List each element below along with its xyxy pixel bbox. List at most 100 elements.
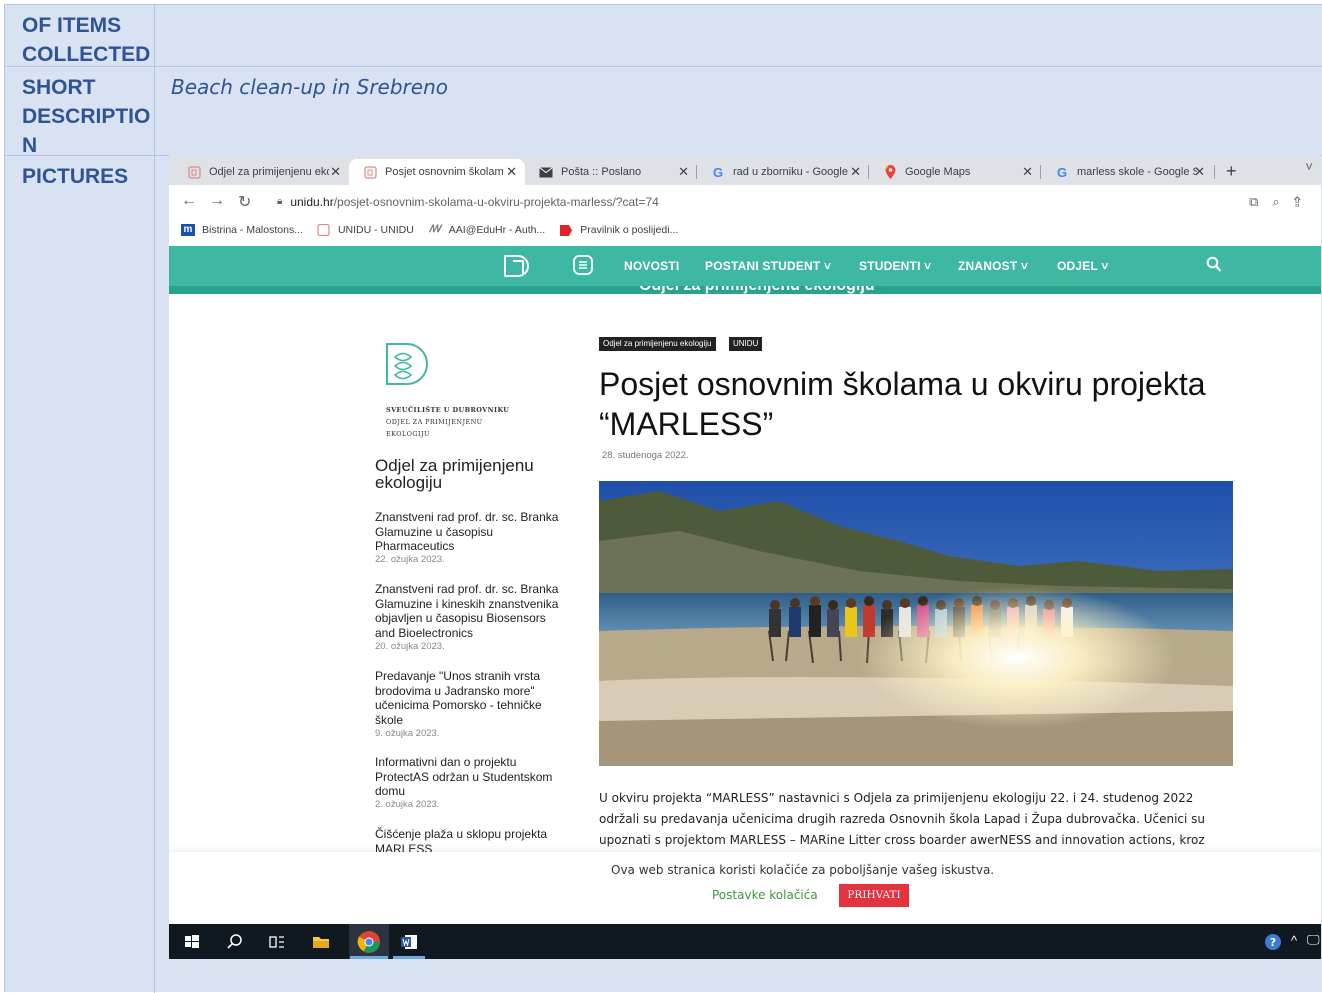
mail-icon xyxy=(539,165,553,179)
unidu-icon xyxy=(317,223,331,237)
category-tag[interactable]: Odjel za primijenjenu ekologiju xyxy=(599,337,716,351)
active-indicator xyxy=(350,956,388,959)
sidebar-post-link[interactable]: Predavanje "Unos stranih vrsta brodovima… xyxy=(375,669,565,727)
sidebar-post-link[interactable]: Informativni dan o projektu ProtectAS od… xyxy=(375,755,565,799)
post-title: Posjet osnovnim školama u okviru projekt… xyxy=(599,366,1206,442)
back-arrow-icon[interactable]: ← xyxy=(181,192,197,210)
cookie-message: Ova web stranica koristi kolačiće za pob… xyxy=(611,863,995,877)
pdf-icon xyxy=(559,224,573,236)
google-icon: G xyxy=(1056,164,1068,180)
file-explorer-icon[interactable] xyxy=(311,932,331,952)
cookie-accept-button[interactable]: PRIHVATI xyxy=(839,884,909,907)
menu-znanost[interactable]: ZNANOST ˅ xyxy=(958,259,1028,273)
sidebar-post-date: 9. ožujka 2023. xyxy=(375,728,440,739)
google-icon: G xyxy=(712,164,724,180)
institution-name: SVEUČILIŠTE U DUBROVNIKU xyxy=(386,406,510,414)
site-navigation: NOVOSTI POSTANI STUDENT ˅ STUDENTI ˅ ZNA… xyxy=(169,246,1321,294)
department-logo-icon[interactable] xyxy=(573,255,593,275)
search-icon[interactable] xyxy=(225,932,245,952)
bookmark-aai[interactable]: ꟿ AAI@EduHr - Auth... xyxy=(428,224,545,236)
table-row-items-collected: OF ITEMS COLLECTED xyxy=(5,5,1322,67)
beach-group-photo xyxy=(599,481,1233,766)
search-icon[interactable] xyxy=(1206,256,1222,274)
sidebar-post-link[interactable]: Znanstveni rad prof. dr. sc. Branka Glam… xyxy=(375,510,565,554)
svg-text:?: ? xyxy=(1270,936,1276,949)
forward-arrow-icon[interactable]: → xyxy=(209,192,225,210)
tab-marless-skole[interactable]: G marless skole - Google S ✕ xyxy=(1041,159,1213,185)
tab-separator xyxy=(1214,165,1215,179)
bookmark-pravilnik[interactable]: Pravilnik o poslijedi... xyxy=(559,224,678,236)
tab-posta[interactable]: Pošta :: Poslano ✕ xyxy=(525,159,697,185)
post-body-line: održali su predavanja učenicima drugih r… xyxy=(599,812,1206,826)
active-indicator xyxy=(393,956,425,959)
bistrina-icon: m xyxy=(181,224,195,236)
tab-rad-u-zborniku[interactable]: G rad u zborniku - Google ✕ xyxy=(697,159,869,185)
post-date: 28. studenoga 2022. xyxy=(602,450,689,461)
close-icon[interactable]: ✕ xyxy=(1022,164,1033,180)
menu-odjel[interactable]: ODJEL ˅ xyxy=(1057,259,1109,273)
unidu-logo-icon[interactable] xyxy=(502,253,532,279)
browser-toolbar: ← → ↻ 🔒︎ unidu.hr/posjet-osnovnim-skolam… xyxy=(169,185,1321,217)
sidebar-heading: Odjel za primijenjenu ekologiju xyxy=(375,456,534,492)
chrome-icon[interactable] xyxy=(357,930,381,954)
tab-title: Google Maps xyxy=(905,166,971,178)
network-icon[interactable]: 🖵︎ xyxy=(1307,932,1320,948)
cookie-settings-link[interactable]: Postavke kolačića xyxy=(712,888,818,902)
tab-search-chevron-icon[interactable]: ˅ xyxy=(1305,159,1313,174)
bookmark-label: Pravilnik o poslijedi... xyxy=(580,224,679,236)
windows-taskbar: ? ^ 🖵︎ xyxy=(169,924,1321,959)
maps-icon xyxy=(883,165,897,179)
subbar-title: Odjel za primijenjenu ekologiju xyxy=(639,286,875,294)
tab-google-maps[interactable]: Google Maps ✕ xyxy=(869,159,1041,185)
tab-title: marless skole - Google S xyxy=(1077,166,1197,178)
institution-department: ODJEL ZA PRIMIJENJENU xyxy=(386,418,483,426)
close-icon[interactable]: ✕ xyxy=(506,164,517,180)
windows-start-icon[interactable] xyxy=(182,932,202,952)
post-body-line: upoznati s projektom MARLESS – MARine Li… xyxy=(599,833,1205,847)
chevron-up-icon[interactable]: ^ xyxy=(1291,933,1297,948)
bookmark-unidu[interactable]: UNIDU - UNIDU xyxy=(317,223,414,237)
tab-title: rad u zborniku - Google xyxy=(733,166,848,178)
sidebar-post-date: 22. ožujka 2023. xyxy=(375,554,445,565)
page-content: SVEUČILIŠTE U DUBROVNIKU ODJEL ZA PRIMIJ… xyxy=(169,294,1321,856)
row-label: OF ITEMS COLLECTED xyxy=(5,5,155,66)
sidebar-post-date: 2. ožujka 2023. xyxy=(375,799,440,810)
page-title-bar: Odjel za primijenjenu ekologiju xyxy=(169,286,1321,294)
browser-screenshot: Odjel za primijenjenu eko ✕ Posjet osnov… xyxy=(169,155,1321,959)
tab-odjel[interactable]: Odjel za primijenjenu eko ✕ xyxy=(173,159,349,185)
close-icon[interactable]: ✕ xyxy=(1194,164,1205,180)
close-icon[interactable]: ✕ xyxy=(330,164,341,180)
help-icon[interactable]: ? xyxy=(1263,932,1283,952)
post-body-line: U okviru projekta “MARLESS” nastavnici s… xyxy=(599,791,1194,805)
menu-studenti[interactable]: STUDENTI ˅ xyxy=(859,259,931,273)
bookmark-label: Bistrina - Malostons... xyxy=(202,224,303,236)
table-row-short-description: SHORT DESCRIPTIO N Beach clean-up in Sre… xyxy=(5,67,1322,157)
tab-title: Odjel za primijenjenu eko xyxy=(209,166,329,178)
address-bar[interactable]: 🔒︎ unidu.hr/posjet-osnovnim-skolama-u-ok… xyxy=(265,189,1305,214)
reload-icon[interactable]: ↻ xyxy=(238,192,251,212)
menu-postani-student[interactable]: POSTANI STUDENT ˅ xyxy=(705,259,831,273)
institution-department-2: EKOLOGIJU xyxy=(386,430,430,438)
row-label: PICTURES xyxy=(5,156,155,993)
new-tab-plus-icon[interactable]: + xyxy=(1226,161,1237,182)
close-icon[interactable]: ✕ xyxy=(850,164,861,180)
tab-posjet[interactable]: Posjet osnovnim školam ✕ xyxy=(349,159,525,185)
row-value xyxy=(155,5,1322,66)
task-view-icon[interactable] xyxy=(267,932,287,952)
close-icon[interactable]: ✕ xyxy=(678,164,689,180)
unidu-icon xyxy=(363,165,377,179)
bookmark-label: UNIDU - UNIDU xyxy=(337,224,414,236)
bookmark-bistrina[interactable]: m Bistrina - Malostons... xyxy=(181,224,303,236)
translate-zoom-share-icons[interactable]: ⧉⌕⇪ xyxy=(1249,194,1315,210)
unidu-fish-logo-icon[interactable] xyxy=(385,342,431,388)
sidebar-post-link[interactable]: Znanstveni rad prof. dr. sc. Branka Glam… xyxy=(375,582,565,640)
word-icon[interactable] xyxy=(399,932,419,952)
bookmarks-bar: m Bistrina - Malostons... UNIDU - UNIDU ꟿ… xyxy=(169,217,1321,243)
menu-novosti[interactable]: NOVOSTI xyxy=(624,259,679,273)
row-label: SHORT DESCRIPTIO N xyxy=(5,67,155,157)
category-tag[interactable]: UNIDU xyxy=(729,337,763,351)
unidu-icon xyxy=(187,165,201,179)
tab-title: Pošta :: Poslano xyxy=(561,166,642,178)
url-path: /posjet-osnovnim-skolama-u-okviru-projek… xyxy=(333,194,659,209)
url-host: unidu.hr xyxy=(290,194,334,209)
